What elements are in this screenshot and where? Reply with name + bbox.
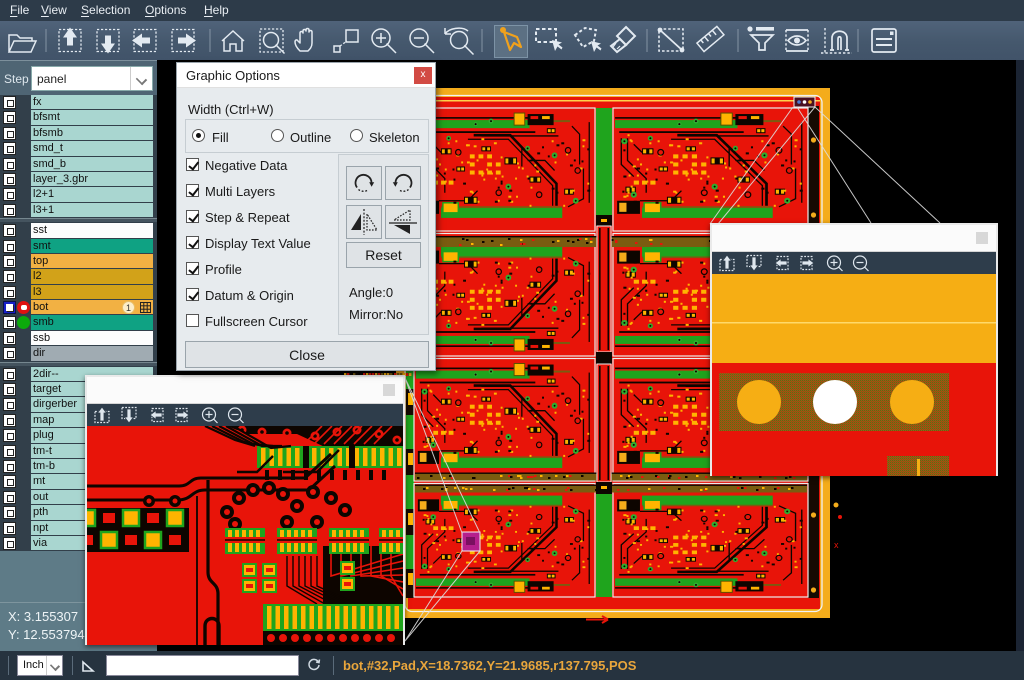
svg-text:x: x [834, 540, 839, 550]
